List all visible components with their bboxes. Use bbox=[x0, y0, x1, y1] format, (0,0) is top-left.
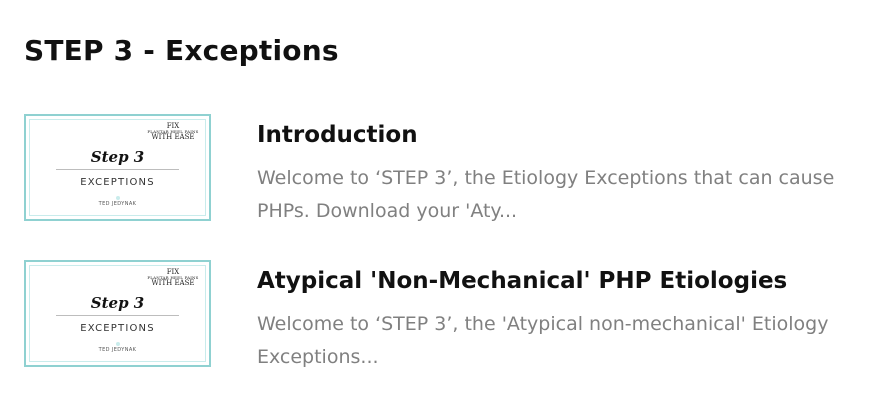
thumbnail-divider bbox=[56, 169, 179, 170]
thumbnail-brand-logo: FIX PLANTAR HEEL PAINS WITH EASE bbox=[143, 269, 203, 287]
lesson-section: STEP 3 - Exceptions FIX PLANTAR HEEL PAI… bbox=[0, 0, 881, 416]
lesson-description: Welcome to ‘STEP 3’, the 'Atypical non-m… bbox=[257, 313, 829, 368]
thumbnail-script-title: Step 3 bbox=[90, 148, 145, 166]
author-mark-icon bbox=[115, 342, 120, 346]
lesson-item-introduction[interactable]: FIX PLANTAR HEEL PAINS WITH EASE Step 3 … bbox=[24, 114, 864, 224]
lesson-thumbnail[interactable]: FIX PLANTAR HEEL PAINS WITH EASE Step 3 … bbox=[24, 114, 211, 221]
brand-line-3: WITH EASE bbox=[151, 279, 195, 287]
thumbnail-brand-logo: FIX PLANTAR HEEL PAINS WITH EASE bbox=[143, 123, 203, 141]
lesson-title[interactable]: Atypical 'Non-Mechanical' PHP Etiologies bbox=[257, 268, 787, 294]
thumbnail-script-title: Step 3 bbox=[90, 294, 145, 312]
lesson-description: Welcome to ‘STEP 3’, the Etiology Except… bbox=[257, 167, 835, 222]
thumbnail-caption: EXCEPTIONS bbox=[80, 177, 155, 188]
lesson-thumbnail[interactable]: FIX PLANTAR HEEL PAINS WITH EASE Step 3 … bbox=[24, 260, 211, 367]
thumbnail-author: TED JEDYNAK bbox=[98, 347, 137, 353]
thumbnail-author: TED JEDYNAK bbox=[98, 201, 137, 207]
thumbnail-caption: EXCEPTIONS bbox=[80, 323, 155, 334]
lesson-title[interactable]: Introduction bbox=[257, 122, 418, 148]
lesson-item-atypical-etiologies[interactable]: FIX PLANTAR HEEL PAINS WITH EASE Step 3 … bbox=[24, 260, 864, 370]
brand-line-3: WITH EASE bbox=[151, 133, 195, 141]
section-title: STEP 3 - Exceptions bbox=[24, 34, 339, 67]
thumbnail-divider bbox=[56, 315, 179, 316]
author-mark-icon bbox=[115, 196, 120, 200]
